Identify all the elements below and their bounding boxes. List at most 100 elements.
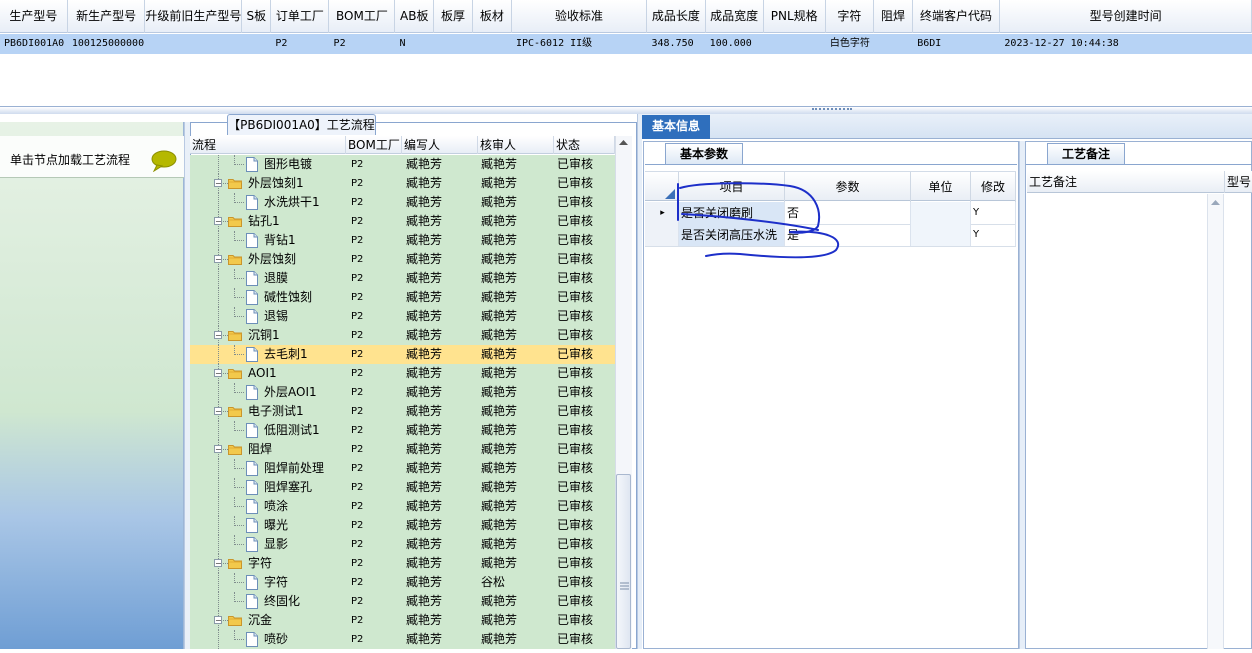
horizontal-splitter[interactable]	[0, 106, 1252, 114]
process-col-header[interactable]: 编写人	[402, 136, 478, 154]
col-header-unit[interactable]: 单位	[911, 172, 971, 202]
process-reviewer: 臧艳芳	[481, 556, 518, 570]
model-grid-col-header[interactable]: BOM工厂	[329, 0, 396, 33]
process-group-row[interactable]: − AOI1 P2 臧艳芳 臧艳芳 已审核	[190, 364, 615, 383]
col-header-modify[interactable]: 修改	[971, 172, 1016, 202]
collapse-toggle-icon[interactable]: −	[214, 616, 222, 625]
model-grid-cell[interactable]	[473, 34, 512, 54]
process-step-row[interactable]: 水洗烘干1 P2 臧艳芳 臧艳芳 已审核	[190, 193, 615, 212]
param-modify[interactable]: Y	[971, 224, 1016, 246]
process-step-row[interactable]: 阻焊塞孔 P2 臧艳芳 臧艳芳 已审核	[190, 478, 615, 497]
collapse-toggle-icon[interactable]: −	[214, 331, 222, 340]
model-grid-cell[interactable]: B6DI	[913, 34, 1001, 54]
process-step-row[interactable]: 碱性蚀刻 P2 臧艳芳 臧艳芳 已审核	[190, 288, 615, 307]
process-step-row[interactable]: 喷涂 P2 臧艳芳 臧艳芳 已审核	[190, 497, 615, 516]
col-header-remark[interactable]: 工艺备注	[1027, 171, 1225, 193]
model-grid-cell[interactable]: 348.750	[647, 34, 706, 54]
tree-line	[234, 544, 244, 545]
model-grid-col-header[interactable]: 订单工厂	[271, 0, 330, 33]
process-group-row[interactable]: − 沉金 P2 臧艳芳 臧艳芳 已审核	[190, 611, 615, 630]
collapse-toggle-icon[interactable]: −	[214, 407, 222, 416]
process-reviewer: 臧艳芳	[481, 176, 518, 190]
process-step-row[interactable]: 喷砂 P2 臧艳芳 臧艳芳 已审核	[190, 630, 615, 649]
tree-line	[218, 459, 219, 478]
model-grid-cell[interactable]	[242, 34, 272, 54]
model-grid-cell[interactable]	[145, 34, 243, 54]
process-step-row[interactable]: 字符 P2 臧艳芳 谷松 已审核	[190, 573, 615, 592]
model-grid-col-header[interactable]: 成品宽度	[706, 0, 764, 33]
model-grid-col-header[interactable]: 型号创建时间	[1000, 0, 1252, 33]
splitter-grip-icon[interactable]	[812, 108, 852, 111]
model-grid-col-header[interactable]: S板	[242, 0, 272, 33]
process-group-row[interactable]: − 沉铜1 P2 臧艳芳 臧艳芳 已审核	[190, 326, 615, 345]
tab-process-remark[interactable]: 工艺备注	[1047, 143, 1125, 164]
collapse-toggle-icon[interactable]: −	[214, 255, 222, 264]
process-step-row[interactable]: 外层AOI1 P2 臧艳芳 臧艳芳 已审核	[190, 383, 615, 402]
model-grid-cell[interactable]: P2	[329, 34, 396, 54]
process-reviewer: 臧艳芳	[481, 385, 518, 399]
model-grid-cell[interactable]: PB6DI001A0	[0, 34, 68, 54]
process-group-row[interactable]: − 电子测试1 P2 臧艳芳 臧艳芳 已审核	[190, 402, 615, 421]
process-group-row[interactable]: − 外层蚀刻 P2 臧艳芳 臧艳芳 已审核	[190, 250, 615, 269]
collapse-toggle-icon[interactable]: −	[214, 217, 222, 226]
model-grid-cell[interactable]	[874, 34, 914, 54]
process-step-row[interactable]: 曝光 P2 臧艳芳 臧艳芳 已审核	[190, 516, 615, 535]
collapse-toggle-icon[interactable]: −	[214, 559, 222, 568]
model-grid-row[interactable]: PB6DI001A010012500000012P2P2NIPC-6012 II…	[0, 34, 1252, 54]
param-unit[interactable]	[911, 202, 971, 224]
model-grid-col-header[interactable]: 生产型号	[0, 0, 68, 33]
model-grid-cell[interactable]	[763, 34, 826, 54]
tab-basic-params[interactable]: 基本参数	[665, 143, 743, 164]
scroll-up-arrow-icon[interactable]	[616, 136, 631, 150]
collapse-toggle-icon[interactable]: −	[214, 445, 222, 454]
model-grid-col-header[interactable]: 验收标准	[512, 0, 648, 33]
process-col-header[interactable]: 状态	[554, 136, 615, 154]
process-step-name: 外层AOI1	[264, 385, 317, 399]
process-col-header[interactable]: 流程	[190, 136, 346, 154]
process-step-row[interactable]: 终固化 P2 臧艳芳 臧艳芳 已审核	[190, 592, 615, 611]
tab-basic-info[interactable]: 基本信息	[642, 115, 710, 139]
model-grid-cell[interactable]: P2	[271, 34, 330, 54]
collapse-toggle-icon[interactable]: −	[214, 369, 222, 378]
process-col-header[interactable]: 核审人	[478, 136, 554, 154]
process-step-row[interactable]: 低阻测试1 P2 臧艳芳 臧艳芳 已审核	[190, 421, 615, 440]
process-step-row[interactable]: 背钻1 P2 臧艳芳 臧艳芳 已审核	[190, 231, 615, 250]
model-grid-cell[interactable]: 10012500000012	[68, 34, 146, 54]
param-unit[interactable]	[911, 224, 971, 246]
model-grid-col-header[interactable]: 终端客户代码	[913, 0, 1001, 33]
process-step-row[interactable]: 显影 P2 臧艳芳 臧艳芳 已审核	[190, 535, 615, 554]
process-step-row[interactable]: 阻焊前处理 P2 臧艳芳 臧艳芳 已审核	[190, 459, 615, 478]
model-grid-col-header[interactable]: 板材	[473, 0, 512, 33]
scroll-up-arrow-icon[interactable]	[1208, 194, 1223, 210]
process-step-row[interactable]: 退锡 P2 臧艳芳 臧艳芳 已审核	[190, 307, 615, 326]
model-grid-col-header[interactable]: PNL规格	[764, 0, 826, 33]
param-modify[interactable]: Y	[971, 202, 1016, 224]
process-tree[interactable]: 图形电镀 P2 臧艳芳 臧艳芳 已审核 − 外层蚀刻1 P2 臧艳芳 臧艳芳 已审核 水洗烘干1 P2 臧…	[190, 155, 615, 649]
model-grid-cell[interactable]: 100.000	[705, 34, 764, 54]
process-group-row[interactable]: − 字符 P2 臧艳芳 臧艳芳 已审核	[190, 554, 615, 573]
model-grid-cell[interactable]: IPC-6012 II级	[511, 34, 648, 54]
model-grid-col-header[interactable]: 成品长度	[647, 0, 706, 33]
remark-scrollbar[interactable]	[1207, 194, 1224, 649]
model-grid-col-header[interactable]: 新生产型号	[68, 0, 146, 33]
process-step-row[interactable]: 去毛刺1 P2 臧艳芳 臧艳芳 已审核	[190, 345, 615, 364]
model-grid-col-header[interactable]: 字符	[826, 0, 875, 33]
process-group-row[interactable]: − 阻焊 P2 臧艳芳 臧艳芳 已审核	[190, 440, 615, 459]
model-grid-cell[interactable]: N	[395, 34, 435, 54]
model-grid-cell[interactable]: 白色字符	[825, 34, 875, 54]
collapse-toggle-icon[interactable]: −	[214, 179, 222, 188]
process-group-row[interactable]: − 钻孔1 P2 臧艳芳 臧艳芳 已审核	[190, 212, 615, 231]
model-grid-cell[interactable]	[434, 34, 474, 54]
process-group-row[interactable]: − 外层蚀刻1 P2 臧艳芳 臧艳芳 已审核	[190, 174, 615, 193]
process-step-row[interactable]: 退膜 P2 臧艳芳 臧艳芳 已审核	[190, 269, 615, 288]
model-grid-cell[interactable]: 2023-12-27 10:44:38	[1000, 34, 1252, 54]
model-grid-col-header[interactable]: 升级前旧生产型号	[145, 0, 243, 33]
model-grid-col-header[interactable]: 阻焊	[874, 0, 913, 33]
process-step-name: 沉铜1	[248, 328, 280, 342]
model-grid-col-header[interactable]: AB板	[395, 0, 435, 33]
process-col-header[interactable]: BOM工厂	[346, 136, 402, 154]
process-step-row[interactable]: 图形电镀 P2 臧艳芳 臧艳芳 已审核	[190, 155, 615, 174]
process-tree-scroll-thumb[interactable]	[616, 474, 631, 649]
model-grid-col-header[interactable]: 板厚	[434, 0, 473, 33]
col-header-model[interactable]: 型号	[1225, 171, 1252, 193]
